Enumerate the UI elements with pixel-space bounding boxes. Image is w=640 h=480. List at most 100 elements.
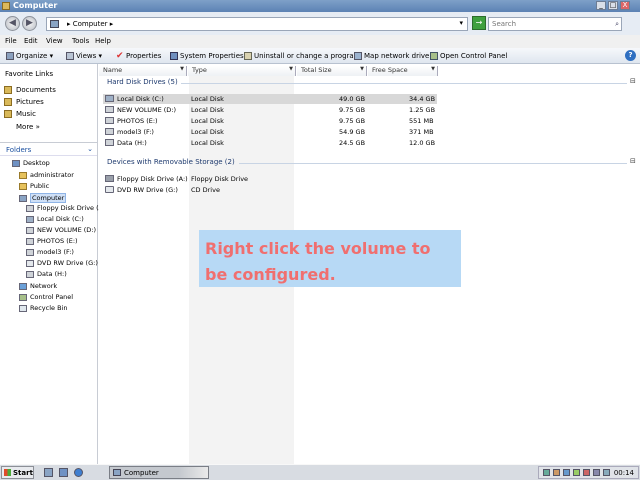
system-properties-button[interactable]: System Properties [170, 51, 244, 61]
column-header-free-space[interactable]: Free Space ▼ [368, 66, 438, 76]
tree-item-network[interactable]: Network [19, 282, 57, 290]
favorite-documents[interactable]: Documents [4, 86, 56, 94]
tree-item-dvd-g[interactable]: DVD RW Drive (G:) [26, 259, 98, 267]
menu-edit[interactable]: Edit [24, 37, 38, 45]
drive-icon [105, 106, 114, 113]
search-icon[interactable]: ⌕ [615, 20, 619, 29]
drive-row-d[interactable]: NEW VOLUME (D:) Local Disk 9.75 GB 1.25 … [103, 105, 437, 115]
refresh-button[interactable]: → [472, 16, 486, 30]
menu-view[interactable]: View [46, 37, 63, 45]
user-folder-icon [19, 171, 27, 179]
drive-row-e[interactable]: PHOTOS (E:) Local Disk 9.75 GB 551 MB [103, 116, 437, 126]
tree-item-new-volume-d[interactable]: NEW VOLUME (D:) [26, 226, 96, 234]
search-input[interactable] [489, 18, 609, 30]
tree-item-administrator[interactable]: administrator [19, 171, 74, 179]
minimize-button[interactable]: _ [596, 1, 606, 10]
tray-icon[interactable] [583, 469, 590, 476]
tree-item-public[interactable]: Public [19, 182, 49, 190]
forward-button[interactable]: ▶ [22, 16, 37, 31]
favorite-music[interactable]: Music [4, 110, 36, 118]
favorite-pictures[interactable]: Pictures [4, 98, 44, 106]
system-icon [170, 52, 178, 60]
group-divider [181, 83, 627, 84]
column-header-name[interactable]: Name ▼ [99, 66, 187, 76]
tree-item-photos-e[interactable]: PHOTOS (E:) [26, 237, 78, 245]
column-headers: Name ▼ Type ▼ Total Size ▼ Free Space ▼ [99, 66, 640, 76]
collapse-icon[interactable]: ⊟ [630, 77, 636, 85]
computer-icon [2, 2, 10, 10]
close-button[interactable]: X [620, 1, 630, 10]
checkmark-icon: ✔ [116, 51, 124, 61]
tree-item-data-h[interactable]: Data (H:) [26, 270, 67, 278]
organize-button[interactable]: Organize ▾ [6, 51, 53, 61]
computer-icon [113, 469, 121, 476]
internet-explorer-icon[interactable] [74, 468, 83, 477]
drive-row-c[interactable]: Local Disk (C:) Local Disk 49.0 GB 34.4 … [103, 94, 437, 104]
drive-icon [26, 270, 34, 278]
search-box[interactable]: ⌕ [488, 17, 622, 31]
tray-icon[interactable] [553, 469, 560, 476]
drive-row-g[interactable]: DVD RW Drive (G:) CD Drive [103, 185, 437, 195]
chevron-down-icon[interactable]: ▼ [180, 66, 184, 72]
favorite-more[interactable]: More » [16, 123, 40, 131]
back-button[interactable]: ◀ [5, 16, 20, 31]
clock[interactable]: 00:14 [614, 469, 634, 477]
chevron-down-icon[interactable]: ▼ [431, 66, 435, 72]
address-row: ◀ ▶ ▸ Computer ▸ ▾ → ⌕ [0, 12, 640, 35]
command-toolbar: Organize ▾ Views ▾ ✔ Properties System P… [0, 48, 640, 64]
taskbar: Start Computer 00:14 [0, 464, 640, 480]
show-desktop-icon[interactable] [44, 468, 53, 477]
menu-file[interactable]: File [5, 37, 17, 45]
menu-tools[interactable]: Tools [72, 37, 89, 45]
tree-item-floppy[interactable]: Floppy Disk Drive (A:) [26, 204, 108, 212]
folders-label: Folders [6, 146, 32, 154]
column-header-type[interactable]: Type ▼ [188, 66, 296, 76]
control-panel-icon [19, 293, 27, 301]
chevron-down-icon[interactable]: ▼ [289, 66, 293, 72]
computer-icon [50, 20, 59, 28]
chevron-down-icon[interactable]: ⌄ [87, 145, 93, 153]
open-control-panel-button[interactable]: Open Control Panel [430, 51, 507, 61]
chevron-down-icon[interactable]: ▼ [360, 66, 364, 72]
volume-icon[interactable] [593, 469, 600, 476]
tree-item-recycle-bin[interactable]: Recycle Bin [19, 304, 67, 312]
properties-button[interactable]: ✔ Properties [116, 51, 161, 61]
map-network-drive-button[interactable]: Map network drive [354, 51, 429, 61]
drive-row-f[interactable]: model3 (F:) Local Disk 54.9 GB 371 MB [103, 127, 437, 137]
taskbar-button-computer[interactable]: Computer [109, 466, 209, 479]
tray-icon[interactable] [543, 469, 550, 476]
floppy-drive-icon [26, 204, 34, 212]
tree-item-control-panel[interactable]: Control Panel [19, 293, 73, 301]
menu-help[interactable]: Help [95, 37, 111, 45]
tree-item-computer[interactable]: Computer [19, 193, 67, 203]
column-header-total-size[interactable]: Total Size ▼ [297, 66, 367, 76]
chevron-down-icon[interactable]: ▾ [459, 19, 463, 27]
organize-icon [6, 52, 14, 60]
drive-icon [105, 128, 114, 135]
breadcrumb[interactable]: ▸ Computer ▸ [67, 20, 113, 28]
documents-icon [4, 86, 12, 94]
group-header-hard-disks[interactable]: Hard Disk Drives (5) [107, 78, 178, 86]
tree-item-local-disk-c[interactable]: Local Disk (C:) [26, 215, 84, 223]
floppy-drive-icon [105, 175, 114, 182]
switch-windows-icon[interactable] [59, 468, 68, 477]
drive-row-a[interactable]: Floppy Disk Drive (A:) Floppy Disk Drive [103, 174, 437, 184]
title-bar: Computer _ □ X [0, 0, 640, 12]
address-bar[interactable]: ▸ Computer ▸ ▾ [46, 17, 468, 31]
folders-bar[interactable]: Folders ⌄ [0, 142, 97, 156]
tree-item-desktop[interactable]: Desktop [12, 159, 50, 167]
drive-icon [26, 226, 34, 234]
uninstall-program-button[interactable]: Uninstall or change a program [244, 51, 361, 61]
views-button[interactable]: Views ▾ [66, 51, 102, 61]
drive-row-h[interactable]: Data (H:) Local Disk 24.5 GB 12.0 GB [103, 138, 437, 148]
tray-icon[interactable] [573, 469, 580, 476]
help-icon[interactable]: ? [625, 50, 636, 61]
tree-item-model3-f[interactable]: model3 (F:) [26, 248, 74, 256]
music-icon [4, 110, 12, 118]
network-status-icon[interactable] [603, 469, 610, 476]
maximize-button[interactable]: □ [608, 1, 618, 10]
tray-icon[interactable] [563, 469, 570, 476]
group-header-removable[interactable]: Devices with Removable Storage (2) [107, 158, 235, 166]
start-button[interactable]: Start [1, 466, 34, 479]
collapse-icon[interactable]: ⊟ [630, 157, 636, 165]
